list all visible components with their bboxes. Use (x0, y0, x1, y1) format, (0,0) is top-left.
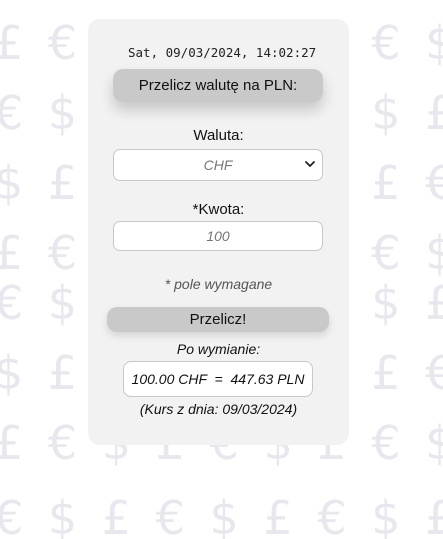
currency-label: Waluta: (193, 127, 244, 144)
convert-to-pln-header-button[interactable]: Przelicz walutę na PLN: (113, 69, 323, 102)
amount-label: *Kwota: (192, 201, 245, 218)
currency-select[interactable]: CHF (113, 149, 323, 181)
amount-input[interactable]: 100 (113, 221, 323, 251)
chevron-down-icon (305, 161, 315, 167)
required-field-note: * pole wymagane (164, 276, 273, 292)
rate-date-suffix: ) (292, 401, 298, 417)
conversion-result: 100.00 CHF = 447.63 PLN (123, 361, 313, 397)
current-datetime: Sat, 09/03/2024, 14:02:27 (128, 45, 317, 60)
after-exchange-label: Po wymianie: (176, 341, 261, 357)
bg-symbol-row: € $ £ € $ £ € $ £ € $ £ (0, 491, 443, 539)
exchange-rate-date: (Kurs z dnia: 09/03/2024) (88, 401, 349, 417)
currency-select-value: CHF (203, 157, 233, 173)
rate-date-prefix: (Kurs z dnia: (139, 401, 223, 417)
amount-input-value: 100 (206, 228, 230, 244)
convert-button[interactable]: Przelicz! (107, 307, 329, 332)
rate-date-value: 09/03/2024 (222, 401, 293, 417)
